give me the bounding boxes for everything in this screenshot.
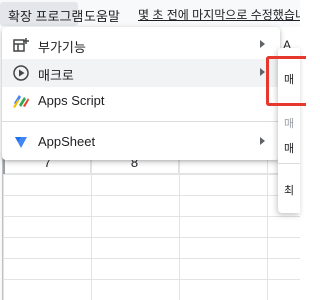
menu-extensions[interactable]: 확장 프로그램 [0,2,83,26]
last-edit-link[interactable]: 몇 초 전에 마지막으로 수정했습니다 [138,6,300,23]
menu-help[interactable]: 도움말 [84,6,120,25]
submenu-item[interactable]: 매 [284,140,294,156]
menu-item-apps-script[interactable]: Apps Script [2,87,280,115]
submenu-arrow-icon [260,40,265,48]
submenu-divider [278,163,300,164]
menu-item-macros[interactable]: 매크로 [2,59,280,87]
extensions-dropdown-menu: 부가기능 매크로 Apps Script AppSheet [2,27,280,160]
row-header-strip [0,152,3,300]
appsheet-icon [12,133,30,151]
menu-item-appsheet[interactable]: AppSheet [2,128,280,156]
play-circle-icon [12,64,30,82]
menu-item-label: 부가기능 [38,40,86,55]
highlight-box [266,56,306,106]
submenu-arrow-icon [260,68,265,76]
submenu-arrow-icon [260,137,265,145]
menu-item-label: 매크로 [38,68,74,83]
apps-script-icon [12,92,30,110]
submenu-item[interactable]: 매 [284,115,294,131]
menu-bar: 확장 프로그램 도움말 몇 초 전에 마지막으로 수정했습니다 [0,0,300,27]
sheet-grid[interactable]: 7 8 [0,152,300,300]
addon-icon [12,36,30,54]
menu-item-label: Apps Script [38,93,105,108]
menu-item-addons[interactable]: 부가기능 [2,31,280,59]
menu-item-label: AppSheet [38,134,96,149]
menu-divider [2,121,280,122]
menu-extensions-label: 확장 프로그램 [8,9,84,24]
grid-lines [0,152,300,300]
submenu-item[interactable]: 최 [284,182,294,198]
